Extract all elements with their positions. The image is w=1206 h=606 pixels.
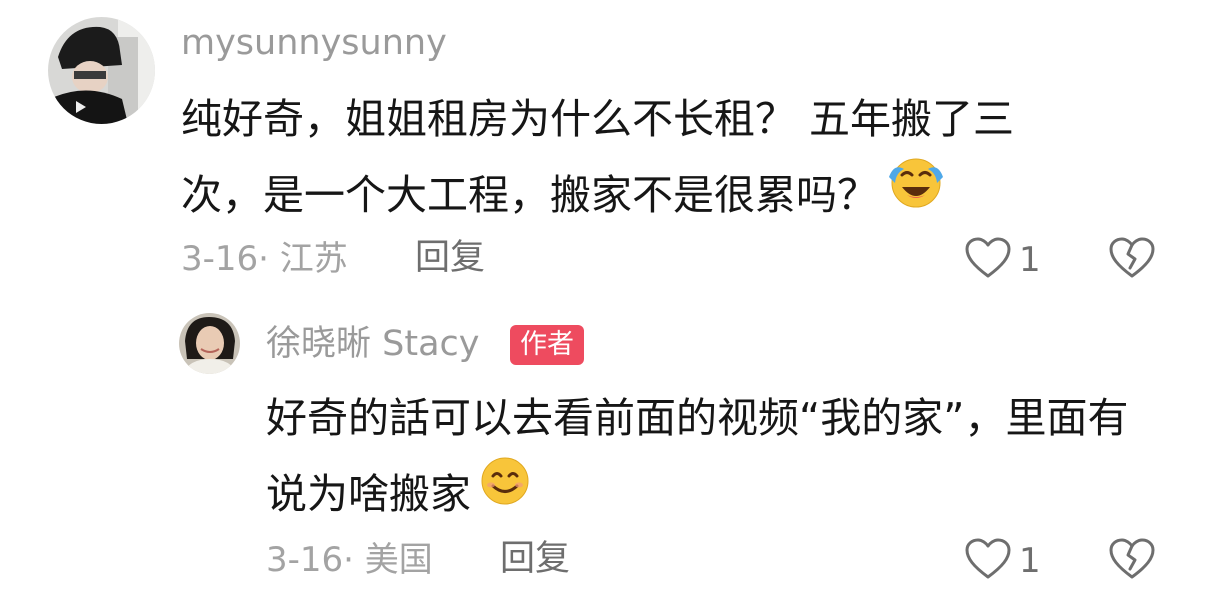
smiling-face-icon <box>479 455 531 531</box>
reply-button[interactable]: 回复 <box>415 241 485 276</box>
dislike-button[interactable] <box>1107 537 1157 585</box>
author-badge: 作者 <box>510 325 584 365</box>
comment-body: 好奇的話可以去看前面的视频“我的家”，里面有说为啥搬家 <box>266 394 1129 518</box>
avatar[interactable] <box>179 313 240 374</box>
comment-username[interactable]: 徐晓晰 Stacy <box>266 327 479 362</box>
comment-date-location: 3-16· 江苏 <box>181 239 348 279</box>
comment-text: 好奇的話可以去看前面的视频“我的家”，里面有说为啥搬家 <box>266 380 1166 535</box>
like-button[interactable]: 1 <box>963 236 1041 284</box>
comment-username[interactable]: mysunnysunny <box>181 26 447 61</box>
dislike-button[interactable] <box>1107 236 1157 284</box>
broken-heart-icon <box>1107 538 1157 585</box>
broken-heart-icon <box>1107 237 1157 284</box>
avatar[interactable] <box>48 17 155 124</box>
reply-button[interactable]: 回复 <box>500 542 570 577</box>
like-count: 1 <box>1019 541 1041 581</box>
laughing-crying-face-icon <box>886 155 946 233</box>
like-count: 1 <box>1019 240 1041 280</box>
comment-text: 纯好奇，姐姐租房为什么不长租？ 五年搬了三次，是一个大工程，搬家不是很累吗？ <box>181 81 1091 237</box>
heart-icon <box>963 537 1013 585</box>
like-button[interactable]: 1 <box>963 537 1041 585</box>
comment-date-location: 3-16· 美国 <box>266 540 433 580</box>
heart-icon <box>963 236 1013 284</box>
